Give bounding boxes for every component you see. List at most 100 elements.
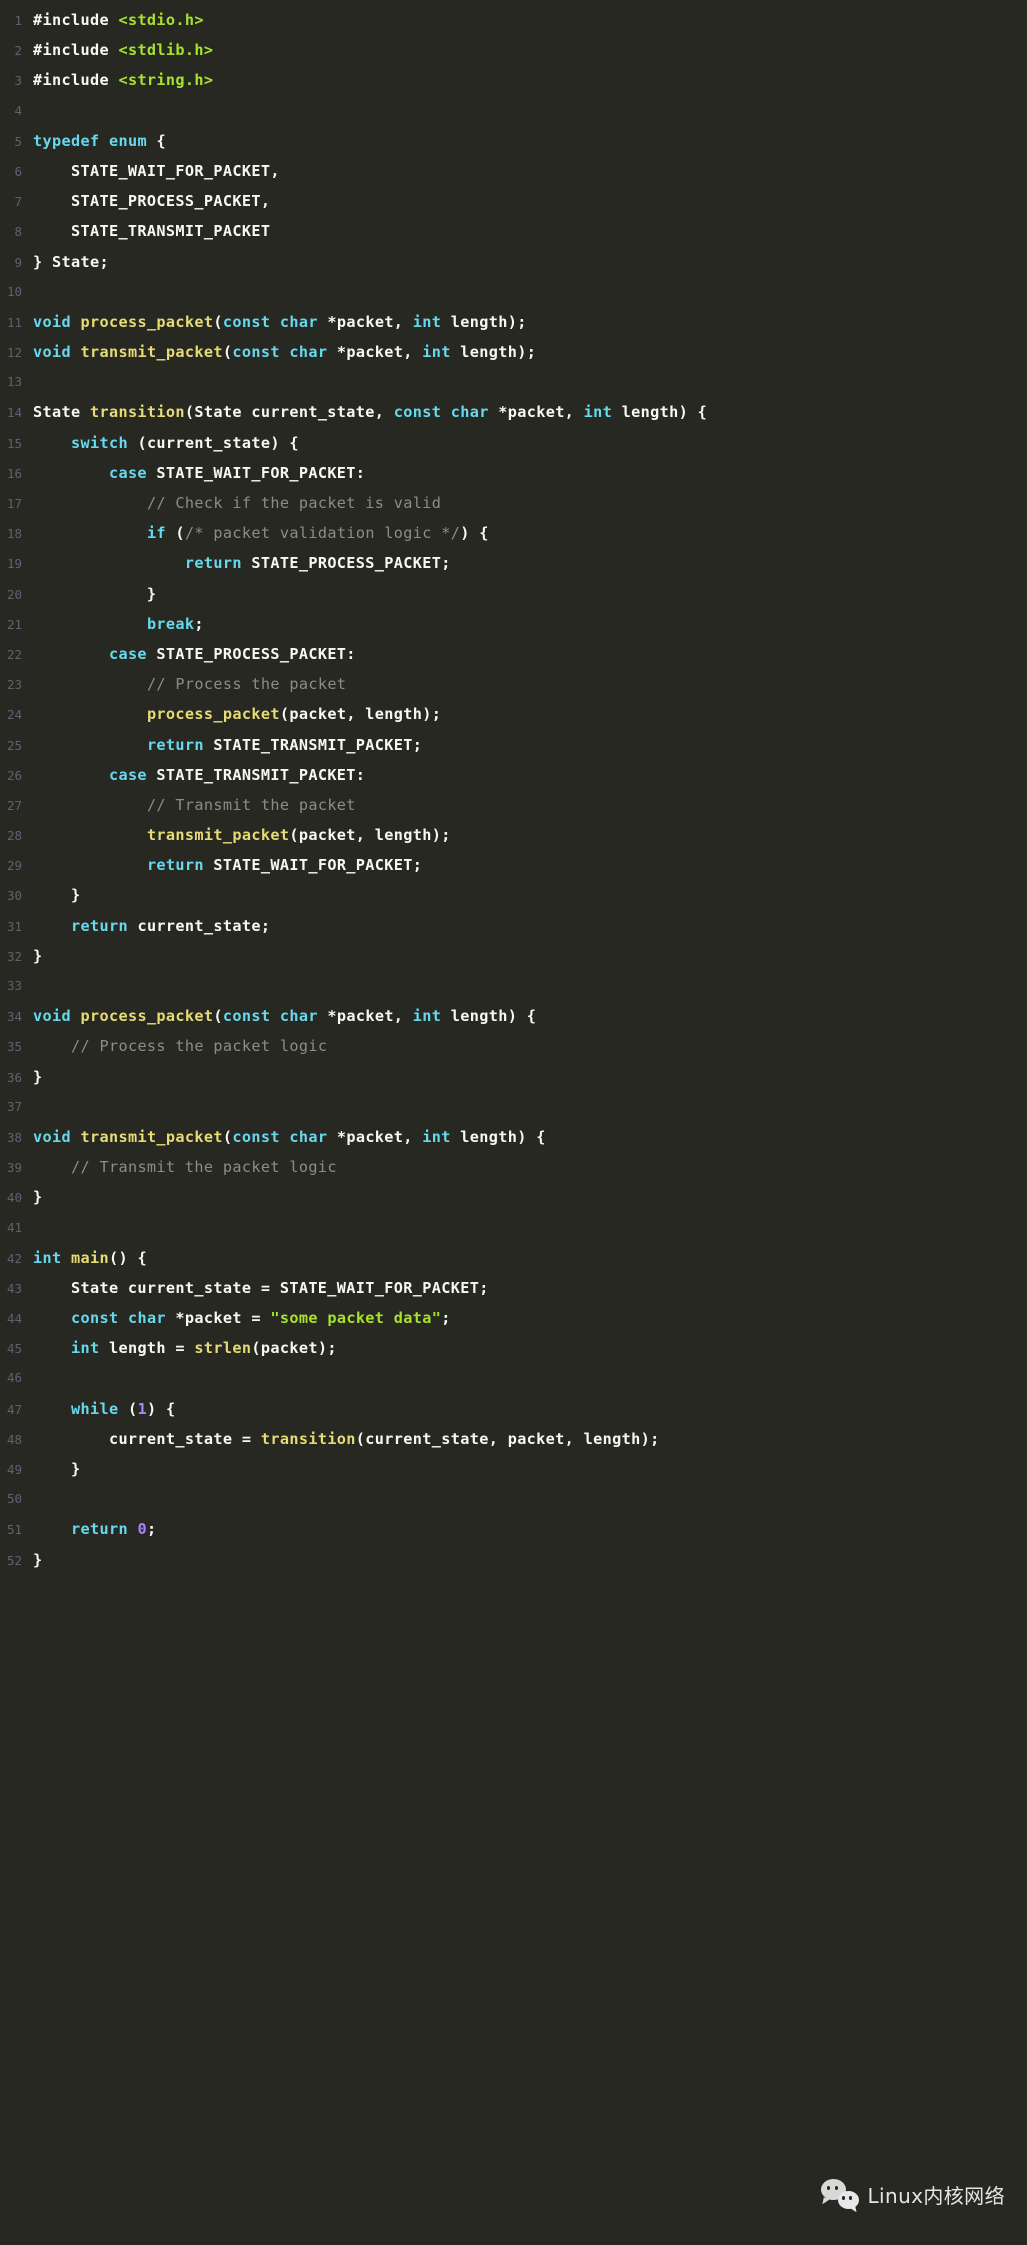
code-line: 47 while (1) { [0,1394,1027,1424]
code-text: break; [33,609,204,639]
code-token-pl: *packet, [317,1007,413,1026]
line-number: 9 [14,254,22,270]
code-token-kw: int [422,343,451,362]
code-token-pl: STATE_PROCESS_PACKET; [241,554,451,573]
line-number: 34 [6,1009,22,1025]
line-number: 24 [6,707,22,723]
code-token-pl: *packet, [327,343,423,362]
code-token-kw: case [108,463,147,482]
code-token-pl: ) { [460,524,489,543]
code-text: } [33,1062,43,1092]
line-number: 5 [14,133,22,149]
code-line: 32} [0,941,1027,971]
line-number: 11 [6,314,22,330]
code-token-pl: } [33,584,157,603]
code-token-kw: void [33,1007,71,1026]
code-token-pl: length) { [441,1007,537,1026]
code-token-num: 0 [137,1520,147,1539]
code-line: 46 [0,1363,1027,1393]
code-line: 38 void transmit_packet(const char *packe… [0,1122,1027,1152]
code-line: 15 switch (current_state) { [0,428,1027,458]
code-line: 22 case STATE_PROCESS_PACKET: [0,639,1027,669]
code-line: 28 transmit_packet(packet, length); [0,820,1027,850]
code-token-kw: const [232,1127,280,1146]
code-text: void transmit_packet(const char *packet,… [33,337,536,367]
line-number: 41 [6,1219,22,1235]
code-token-fn: strlen [194,1339,252,1358]
code-token-pl: } [33,886,81,905]
code-token-pl: (State current_state, [184,403,394,422]
line-number: 18 [6,526,22,542]
code-text: switch (current_state) { [33,428,299,458]
code-line: 27 // Transmit the packet [0,790,1027,820]
line-number: 21 [6,616,22,632]
code-line: 25 return STATE_TRANSMIT_PACKET; [0,730,1027,760]
code-text: #include <stdlib.h> [33,35,213,65]
code-token-kw: int [70,1339,100,1358]
code-text: return STATE_TRANSMIT_PACKET; [33,730,422,760]
code-token-pl: } [33,946,43,965]
watermark: Linux内核网络 [820,2179,1006,2209]
code-token-pl: ) { [146,1399,176,1418]
line-number: 43 [6,1280,22,1296]
code-text: return 0; [33,1514,156,1544]
code-token-fn: transition [260,1429,356,1448]
code-token-pl: (current_state, packet, length); [355,1429,660,1448]
code-text: // Transmit the packet logic [33,1152,337,1182]
line-number: 3 [14,73,22,89]
code-token-kw: return [70,916,128,935]
code-line: 36} [0,1062,1027,1092]
code-token-kw: case [108,644,147,663]
code-token-fn: transmit_packet [80,1127,223,1146]
line-number: 50 [6,1491,22,1507]
code-token-str: <stdlib.h> [118,41,214,60]
code-line: 45 int length = strlen(packet); [0,1333,1027,1363]
code-text: } [33,1454,80,1484]
code-line: 16 case STATE_WAIT_FOR_PACKET: [0,458,1027,488]
code-line: 43 State current_state = STATE_WAIT_FOR_… [0,1273,1027,1303]
line-number: 25 [6,737,22,753]
wechat-icon [820,2179,859,2209]
line-number: 49 [6,1462,22,1477]
code-line: 51 return 0; [0,1514,1027,1544]
code-text: // Process the packet logic [33,1031,327,1061]
code-line: 17 // Check if the packet is valid [0,488,1027,518]
code-text: } [33,880,80,910]
code-token-cmt: // Process the packet [146,675,347,694]
code-line: 2 #include <stdlib.h> [0,35,1027,65]
code-token-fn: transmit_packet [146,826,290,845]
code-token-fn: transition [89,403,185,422]
line-number: 4 [14,102,22,118]
code-token-kw: int [412,1007,442,1026]
code-token-kw: int [412,312,442,331]
code-token-fn: transmit_packet [80,343,223,362]
code-text: int main() { [33,1243,147,1273]
code-token-pl: #include [33,71,119,90]
code-editor-content: 1 #include <stdio.h> 2 #include <stdlib.h> 3… [0,0,1027,1575]
line-number: 26 [6,767,22,783]
code-token-kw: if [146,524,166,543]
line-number: 32 [6,948,22,964]
code-line: 33 [0,971,1027,1001]
code-token-kw: return [146,856,204,875]
code-line: 29 return STATE_WAIT_FOR_PACKET; [0,850,1027,880]
code-token-fn: main [70,1248,109,1267]
code-token-kw: const [70,1309,119,1328]
code-text: #include <string.h> [33,65,213,95]
code-line: 19 return STATE_PROCESS_PACKET; [0,548,1027,578]
code-token-cmt: // Transmit the packet logic [70,1158,337,1177]
code-token-pl: STATE_TRANSMIT_PACKET: [146,765,366,784]
code-token-kw: char [127,1309,166,1328]
